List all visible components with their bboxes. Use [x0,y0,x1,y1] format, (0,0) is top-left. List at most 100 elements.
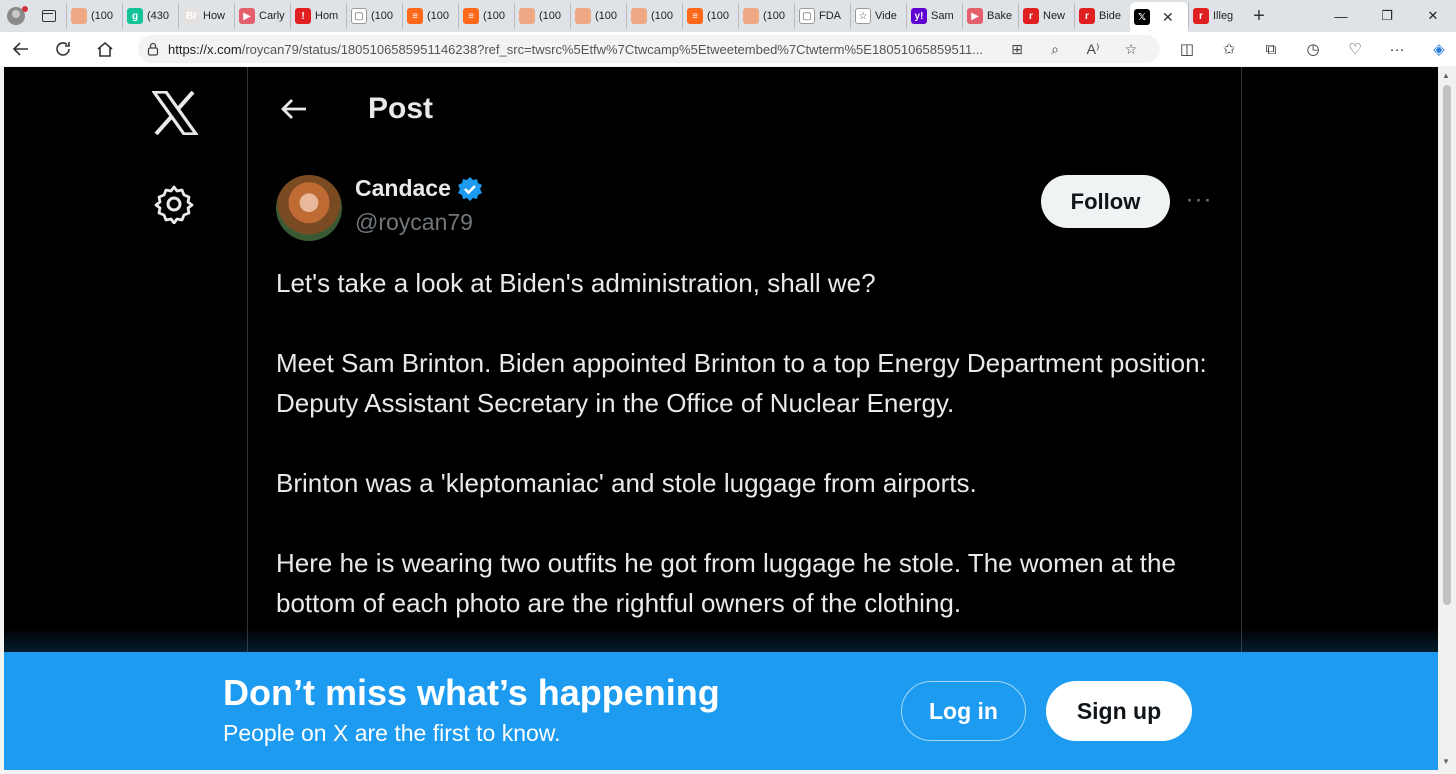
browser-tab[interactable]: ▶ Bake [962,3,1018,29]
tab-label: Hom [315,10,339,22]
content-fade [4,627,1438,653]
tab-label: Bide [1099,10,1122,22]
collections-icon[interactable]: ⧉ [1250,41,1292,58]
x-logo-icon[interactable] [152,91,198,135]
favorite-star-icon[interactable]: ☆ [1112,41,1150,58]
refresh-button[interactable] [42,32,84,66]
app-available-icon[interactable]: ⊞ [998,41,1036,58]
history-icon[interactable]: ◷ [1292,40,1334,58]
verified-badge-icon [457,176,482,201]
browser-tab[interactable]: (100 [738,3,794,29]
browser-tab-strip: (100 g (430 BI How ▶ Carly! Hom ▢ (100 ≡ (100 ≡ (100 (… [0,0,1456,32]
browser-tab[interactable]: ▶ Carly [234,3,290,29]
tab-favicon-icon: 𝕏 [1134,9,1150,25]
tab-favicon-icon: ▶ [239,8,255,24]
home-button[interactable] [84,32,126,66]
minimize-button[interactable]: — [1318,0,1364,32]
tab-label: How [203,10,226,22]
tab-favicon-icon: ☆ [855,8,871,24]
tab-label: FDA [819,10,841,22]
banner-title: Don’t miss what’s happening [223,672,720,713]
tab-label: (100 [483,10,506,22]
scroll-up-arrow-icon[interactable]: ▲ [1442,71,1450,80]
tab-label: Carly [259,10,285,22]
url-input[interactable]: https://x.com/roycan79/status/1805106585… [138,35,1160,63]
banner-subtitle: People on X are the first to know. [223,720,561,746]
tab-label: Illeg [1213,10,1234,22]
browser-tab-active[interactable]: 𝕏 ✕ [1130,2,1188,32]
page-title: Post [368,92,434,125]
post-paragraph: Here he is wearing two outfits he got fr… [276,548,1176,618]
favorites-icon[interactable]: ✩ [1208,40,1250,58]
tab-favicon-icon: r [1079,8,1095,24]
profile-button[interactable] [0,0,32,32]
author-name-row[interactable]: Candace [355,175,483,202]
browser-essentials-icon[interactable]: ♡ [1334,40,1376,58]
toolbar-icons: ◫ ✩ ⧉ ◷ ♡ ··· ◈ [1166,32,1456,66]
maximize-button[interactable]: ❐ [1364,0,1410,32]
back-button[interactable] [0,32,42,66]
tab-favicon-icon: y! [911,8,927,24]
post-text: Let's take a look at Biden's administrat… [276,263,1216,623]
tab-actions-button[interactable] [32,0,66,32]
browser-tab[interactable]: ! Hom [290,3,346,29]
more-options-icon[interactable]: ··· [1184,185,1214,215]
tab-label: (100 [371,10,394,22]
post-paragraph: Meet Sam Brinton. Biden appointed Brinto… [276,348,1207,418]
tab-label: Sam [931,10,954,22]
browser-tab[interactable]: ≡ (100 [458,3,514,29]
post-paragraph: Let's take a look at Biden's administrat… [276,268,876,298]
settings-more-icon[interactable]: ··· [1376,41,1418,58]
browser-tab[interactable]: g (430 [122,3,178,29]
tab-label: (100 [707,10,730,22]
browser-tab[interactable]: r New [1018,3,1074,29]
split-screen-icon[interactable]: ◫ [1166,40,1208,58]
copilot-icon[interactable]: ◈ [1418,40,1456,58]
browser-tab[interactable]: ☆ Vide [850,3,906,29]
tab-label: (430 [147,10,170,22]
close-tab-icon[interactable]: ✕ [1162,9,1174,26]
address-bar-row: https://x.com/roycan79/status/1805106585… [0,32,1456,66]
browser-tab[interactable]: r Illeg [1188,3,1244,29]
browser-tab[interactable]: y! Sam [906,3,962,29]
browser-tab[interactable]: (100 [514,3,570,29]
signup-button[interactable]: Sign up [1046,681,1192,741]
browser-tab[interactable]: BI How [178,3,234,29]
tab-label: (100 [763,10,786,22]
browser-tab[interactable]: (100 [570,3,626,29]
author-avatar[interactable] [276,175,342,241]
settings-gear-icon[interactable] [154,184,194,224]
author-name[interactable]: Candace [355,175,451,202]
tab-favicon-icon [575,8,591,24]
scroll-down-arrow-icon[interactable]: ▼ [1442,757,1450,766]
omnibox-actions: ⊞ ⌕ A⁾ ☆ [998,35,1150,63]
browser-tab[interactable]: ≡ (100 [682,3,738,29]
tab-favicon-icon [743,8,759,24]
browser-tab[interactable]: r Bide [1074,3,1130,29]
browser-tab[interactable]: (100 [626,3,682,29]
login-button[interactable]: Log in [901,681,1026,741]
zoom-icon[interactable]: ⌕ [1036,41,1074,58]
page-scrollbar[interactable]: ▲ ▼ [1438,67,1456,770]
back-arrow-icon[interactable] [278,93,310,125]
browser-tab[interactable]: ▢ (100 [346,3,402,29]
tab-favicon-icon: ▶ [967,8,983,24]
tab-favicon-icon: ≡ [407,8,423,24]
read-aloud-icon[interactable]: A⁾ [1074,41,1112,58]
url-text: https://x.com/roycan79/status/1805106585… [168,42,988,57]
tab-label: Bake [987,10,1013,22]
browser-tab[interactable]: (100 [66,3,122,29]
url-path: /roycan79/status/1805106585951146238?ref… [241,41,984,57]
browser-tab[interactable]: ▢ FDA [794,3,850,29]
follow-button[interactable]: Follow [1041,175,1170,228]
new-tab-button[interactable]: + [1244,5,1274,28]
author-handle[interactable]: @roycan79 [355,209,473,236]
tab-actions-icon [42,10,56,22]
tab-label: (100 [651,10,674,22]
tab-favicon-icon: r [1193,8,1209,24]
post-header: Post [248,67,1241,155]
browser-tab[interactable]: ≡ (100 [402,3,458,29]
tab-favicon-icon [71,8,87,24]
scrollbar-thumb[interactable] [1443,85,1451,605]
close-window-button[interactable]: ✕ [1410,0,1456,32]
